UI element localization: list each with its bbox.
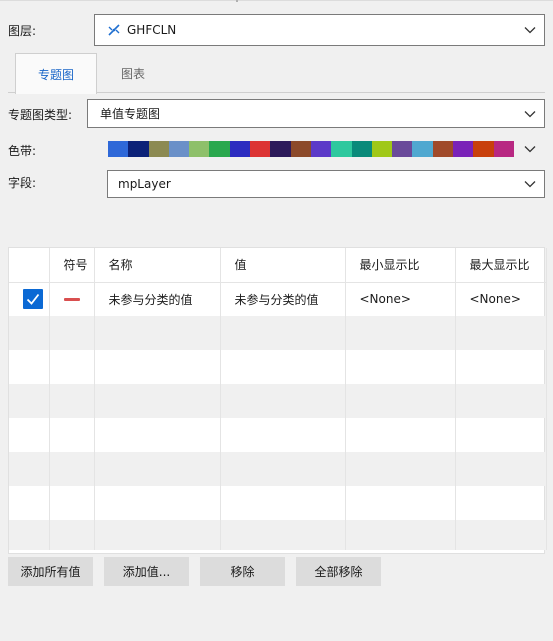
add-all-values-button[interactable]: 添加所有值 — [8, 557, 93, 586]
line-layer-icon — [108, 24, 120, 36]
chevron-down-icon[interactable] — [524, 145, 536, 153]
value-table: 符号 名称 值 最小显示比 最大显示比 未参与分类的值 未参与分类的值 <Non… — [8, 247, 547, 554]
color-ramp-swatch — [493, 141, 514, 157]
column-header-check — [9, 248, 50, 283]
column-header-symbol[interactable]: 符号 — [49, 248, 95, 283]
color-ramp-swatch — [453, 141, 474, 157]
row-value[interactable]: 未参与分类的值 — [220, 282, 346, 316]
color-ramp-swatch — [432, 141, 454, 157]
remove-all-button[interactable]: 全部移除 — [296, 557, 381, 586]
chevron-down-icon[interactable] — [524, 26, 536, 34]
color-ramp-swatch — [229, 141, 251, 157]
tab-chart[interactable]: 图表 — [98, 53, 168, 93]
color-ramp-swatch — [290, 141, 311, 157]
empty-row — [9, 520, 547, 550]
color-ramp-swatch — [371, 141, 393, 157]
field-value: mpLayer — [118, 177, 171, 191]
line-symbol-swatch[interactable] — [63, 297, 80, 301]
tab-thematic-map[interactable]: 专题图 — [15, 53, 97, 94]
color-ramp-swatch — [148, 141, 169, 157]
color-ramp-swatch — [168, 141, 190, 157]
add-value-button[interactable]: 添加值... — [104, 557, 189, 586]
window-top-border — [0, 0, 553, 1]
column-header-name[interactable]: 名称 — [94, 248, 221, 283]
color-ramp-swatch — [250, 141, 271, 157]
color-ramp-swatch — [331, 141, 352, 157]
table-row[interactable]: 未参与分类的值 未参与分类的值 <None> <None> — [9, 282, 547, 316]
color-ramp-swatch — [189, 141, 210, 157]
tab-strip: 专题图 图表 — [8, 53, 545, 94]
splitter-handle[interactable] — [236, 0, 238, 2]
layer-value: GHFCLN — [127, 23, 177, 37]
column-header-max-scale[interactable]: 最大显示比 — [455, 248, 547, 283]
layer-dropdown[interactable]: GHFCLN — [94, 14, 545, 46]
color-ramp-swatches[interactable] — [108, 141, 514, 157]
row-name[interactable]: 未参与分类的值 — [94, 282, 221, 316]
color-ramp-swatch — [473, 141, 494, 157]
table-header-row: 符号 名称 值 最小显示比 最大显示比 — [9, 248, 547, 283]
empty-row — [9, 452, 547, 486]
color-ramp-label: 色带: — [8, 144, 37, 158]
theme-type-label: 专题图类型: — [8, 108, 73, 122]
chevron-down-icon[interactable] — [524, 110, 536, 118]
theme-type-value: 单值专题图 — [100, 107, 161, 121]
row-min-scale[interactable]: <None> — [345, 282, 456, 316]
color-ramp-swatch — [310, 141, 332, 157]
empty-row — [9, 418, 547, 452]
field-dropdown[interactable]: mpLayer — [107, 170, 545, 198]
column-header-value[interactable]: 值 — [220, 248, 346, 283]
empty-row — [9, 316, 547, 350]
chevron-down-icon[interactable] — [524, 180, 536, 188]
color-ramp-swatch — [128, 141, 149, 157]
empty-row — [9, 486, 547, 520]
color-ramp-swatch — [412, 141, 433, 157]
layer-label: 图层: — [8, 24, 37, 38]
color-ramp-swatch — [209, 141, 230, 157]
remove-button[interactable]: 移除 — [200, 557, 285, 586]
row-max-scale[interactable]: <None> — [455, 282, 547, 316]
color-ramp-swatch — [392, 141, 413, 157]
row-visible-checkbox[interactable] — [23, 289, 43, 310]
checkmark-icon — [26, 294, 40, 306]
color-ramp-swatch — [351, 141, 372, 157]
column-header-min-scale[interactable]: 最小显示比 — [345, 248, 456, 283]
theme-type-dropdown[interactable]: 单值专题图 — [87, 99, 545, 128]
color-ramp-swatch — [270, 141, 291, 157]
empty-row — [9, 384, 547, 418]
field-label: 字段: — [8, 176, 37, 190]
color-ramp-swatch — [108, 141, 129, 157]
empty-row — [9, 350, 547, 384]
